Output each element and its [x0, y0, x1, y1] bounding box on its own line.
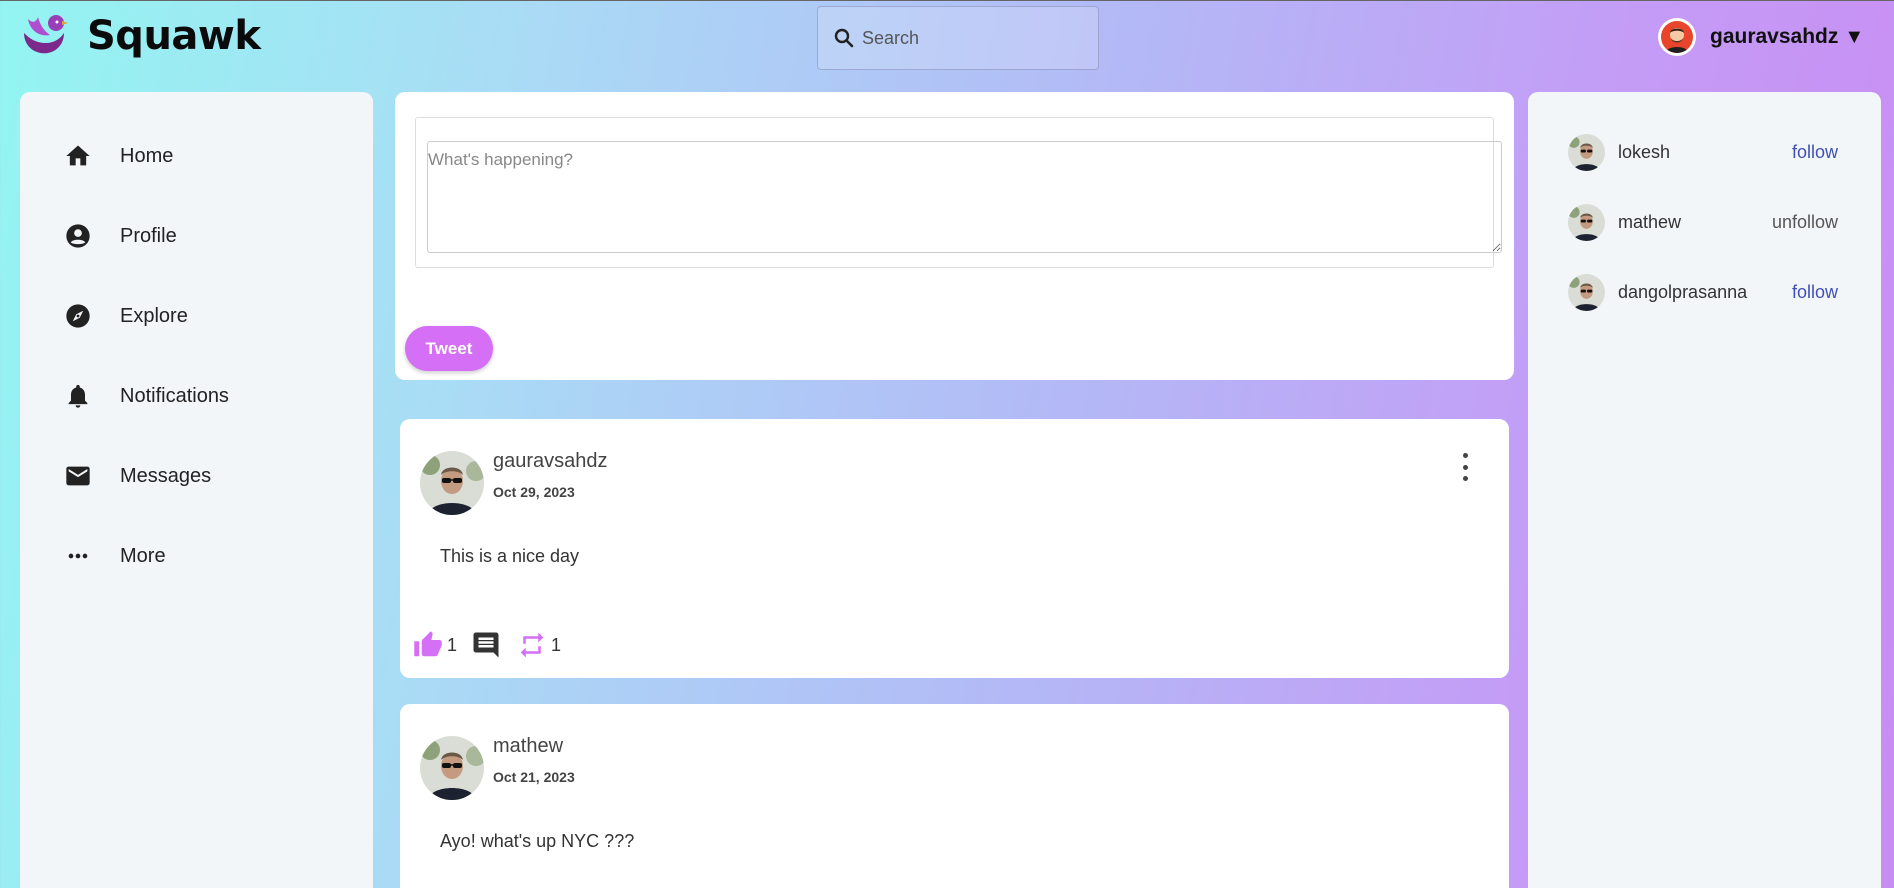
mail-icon [66, 466, 90, 486]
sidebar-item-label: Profile [120, 224, 177, 247]
sidebar-item-label: Messages [120, 464, 212, 487]
suggestion-name[interactable]: lokesh [1618, 142, 1792, 163]
sidebar-item-explore[interactable]: Explore [64, 302, 188, 330]
retweet-count: 1 [551, 634, 562, 655]
tweet-date: Oct 29, 2023 [493, 484, 575, 500]
left-sidebar: Home Profile Explore Notifications Messa… [20, 92, 373, 888]
tweet-author[interactable]: gauravsahdz [493, 450, 608, 473]
list-item: dangolprasanna follow [1568, 272, 1838, 312]
avatar[interactable] [1658, 18, 1696, 56]
more-vertical-icon[interactable] [1458, 453, 1472, 481]
top-bar: Squawk gauravsahdz ▼ [0, 0, 1894, 76]
tweet-card: gauravsahdz Oct 29, 2023 This is a nice … [400, 419, 1509, 678]
list-item: mathew unfollow [1568, 202, 1838, 242]
chevron-down-icon[interactable]: ▼ [1844, 26, 1864, 49]
app-title[interactable]: Squawk [87, 13, 261, 59]
tweet-composer: Tweet [395, 92, 1514, 380]
sidebar-item-label: Home [120, 144, 174, 167]
list-item: lokesh follow [1568, 132, 1838, 172]
bird-logo-icon[interactable] [18, 13, 68, 57]
avatar[interactable] [1568, 133, 1605, 171]
retweet-icon[interactable] [517, 630, 547, 660]
sidebar-item-label: Explore [120, 304, 188, 327]
account-circle-icon [66, 224, 90, 248]
sidebar-item-label: Notifications [120, 384, 229, 407]
suggestion-name[interactable]: mathew [1618, 212, 1772, 233]
follow-button[interactable]: follow [1792, 142, 1838, 163]
tweet-button[interactable]: Tweet [405, 326, 493, 371]
avatar[interactable] [420, 451, 484, 515]
tweet-text: This is a nice day [440, 546, 580, 566]
tweet-card: mathew Oct 21, 2023 Ayo! what's up NYC ?… [400, 704, 1509, 888]
tweet-text: Ayo! what's up NYC ??? [440, 831, 635, 851]
search-icon [834, 28, 854, 48]
like-icon[interactable] [413, 630, 443, 660]
username[interactable]: gauravsahdz [1710, 25, 1838, 49]
sidebar-item-home[interactable]: Home [64, 142, 173, 170]
suggestion-name[interactable]: dangolprasanna [1618, 282, 1792, 303]
comment-icon[interactable] [471, 630, 501, 660]
home-icon [66, 145, 90, 166]
compass-icon [66, 304, 90, 328]
sidebar-item-more[interactable]: More [64, 542, 166, 570]
search-input[interactable] [862, 27, 1082, 49]
tweet-author[interactable]: mathew [493, 735, 563, 758]
who-to-follow-panel: lokesh follow mathew unfollow dangolpras… [1528, 92, 1881, 888]
sidebar-item-messages[interactable]: Messages [64, 462, 211, 490]
user-menu[interactable]: gauravsahdz ▼ [1658, 18, 1864, 56]
avatar[interactable] [420, 736, 484, 800]
follow-button[interactable]: follow [1792, 282, 1838, 303]
tweet-input[interactable] [427, 141, 1502, 253]
unfollow-button[interactable]: unfollow [1772, 212, 1838, 233]
more-horizontal-icon [68, 553, 88, 559]
avatar[interactable] [1568, 203, 1605, 241]
bell-icon [68, 384, 88, 408]
sidebar-item-notifications[interactable]: Notifications [64, 382, 229, 410]
search-bar[interactable] [817, 6, 1099, 70]
avatar[interactable] [1568, 273, 1605, 311]
like-count: 1 [447, 634, 458, 655]
sidebar-item-label: More [120, 544, 166, 567]
tweet-actions: 1 1 [413, 630, 561, 660]
tweet-date: Oct 21, 2023 [493, 769, 575, 785]
sidebar-item-profile[interactable]: Profile [64, 222, 177, 250]
